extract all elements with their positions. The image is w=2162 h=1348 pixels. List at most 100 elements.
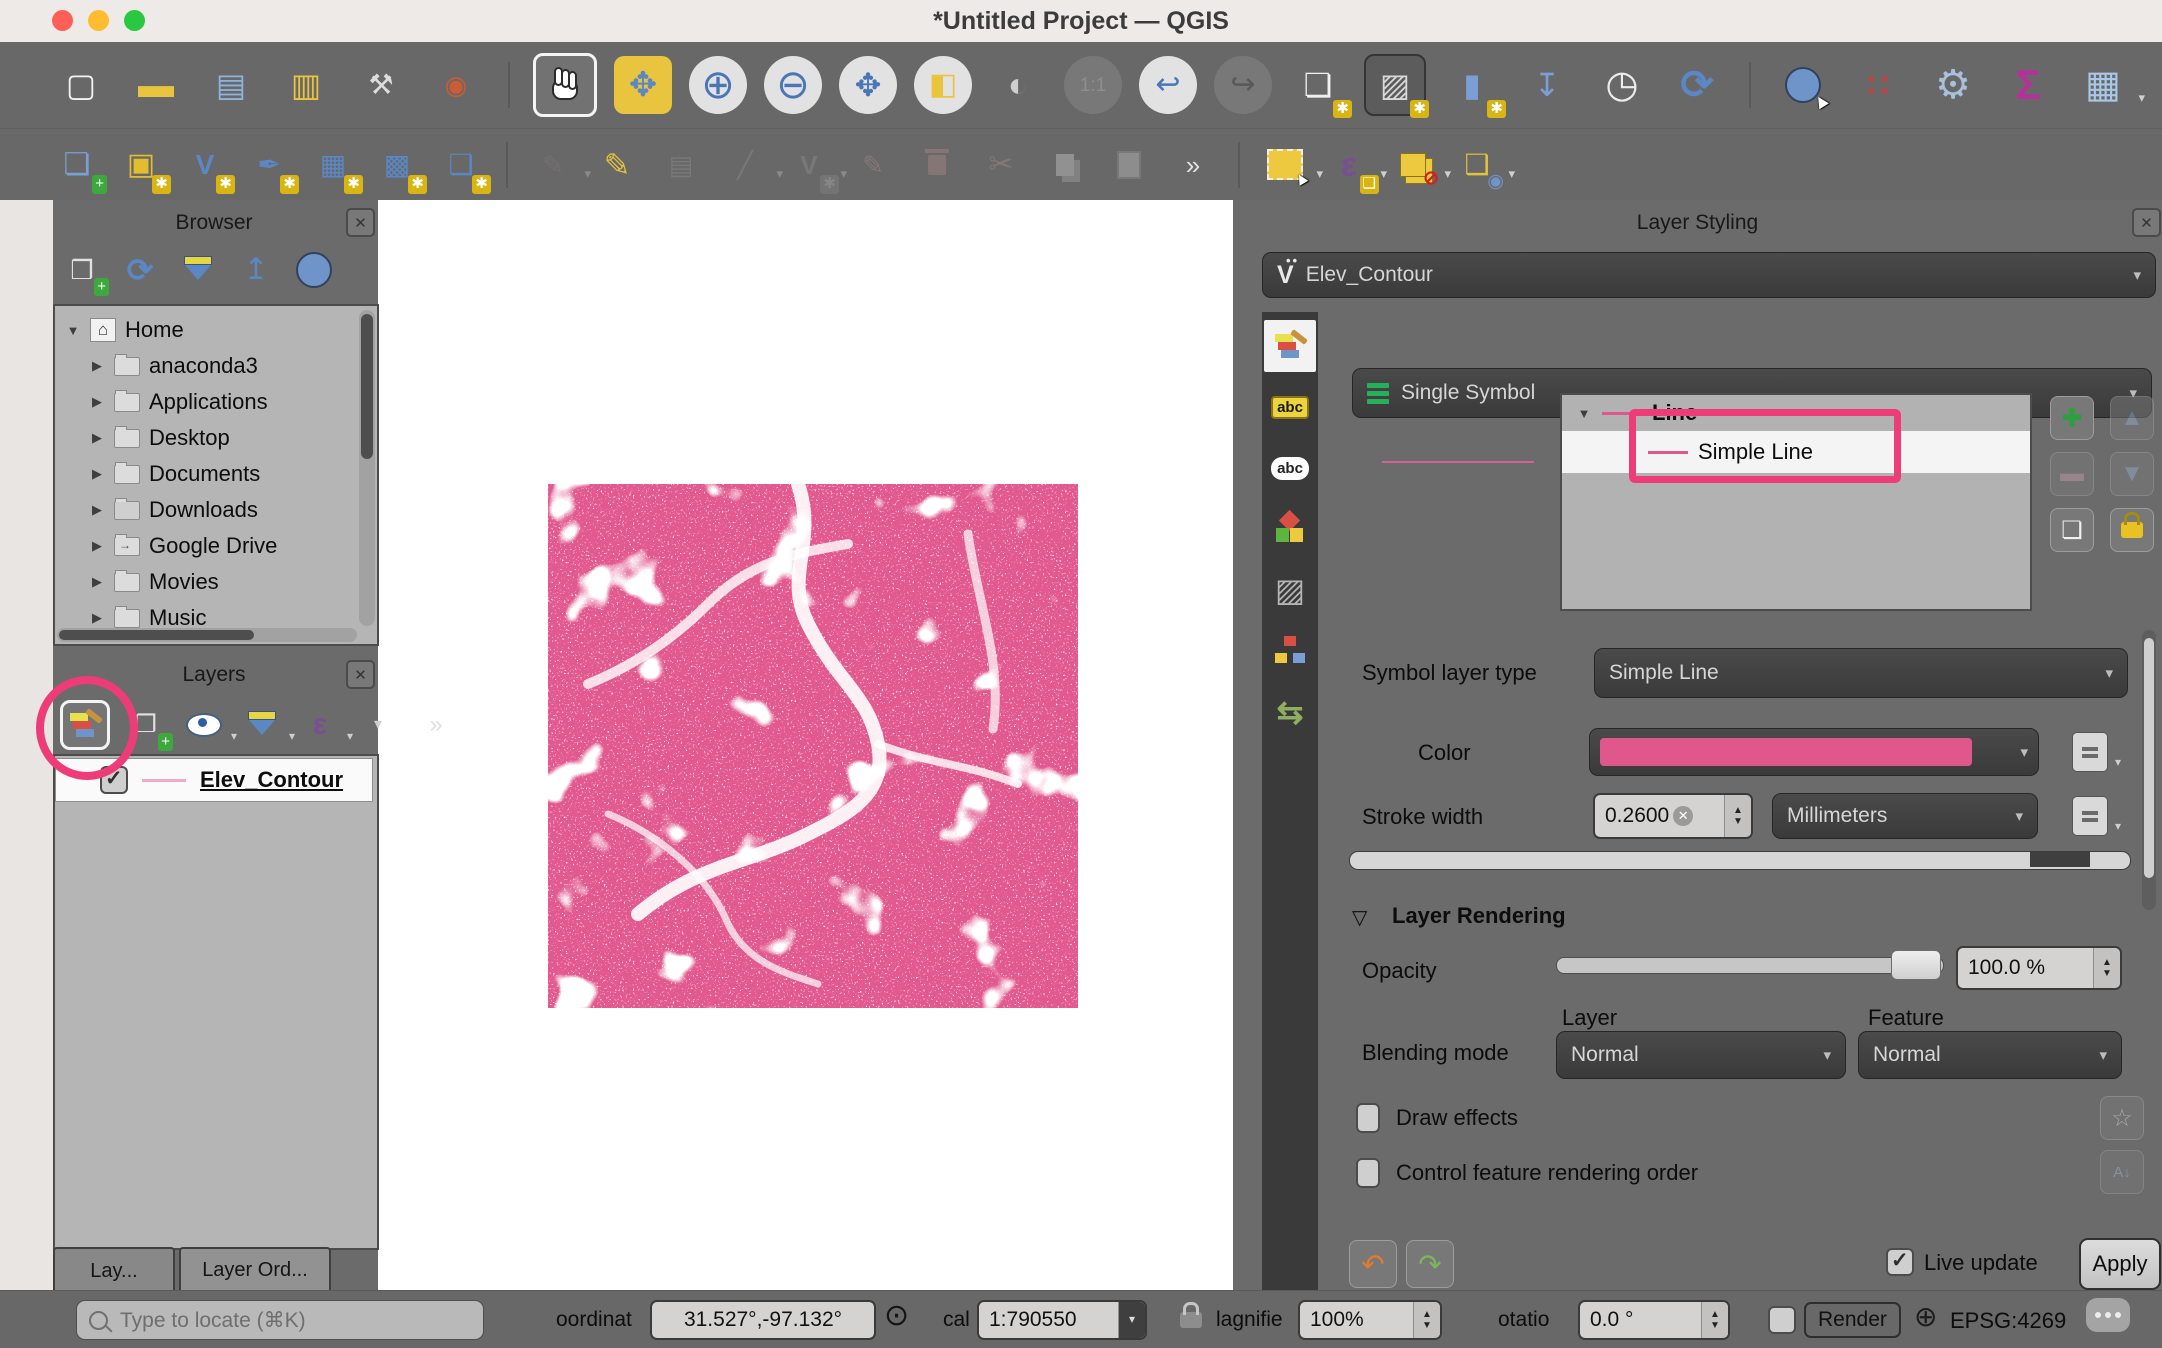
browser-item-google-drive[interactable]: ▶Google Drive xyxy=(55,528,377,564)
new-shapefile-layer-icon[interactable]: V✱ xyxy=(180,140,230,190)
layers-extra-icon[interactable]: ▾ xyxy=(356,703,400,747)
lock-colors-button[interactable] xyxy=(2110,508,2154,552)
browser-item-applications[interactable]: ▶Applications xyxy=(55,384,377,420)
rotation-input[interactable]: 0.0 ° ▲▼ xyxy=(1578,1300,1730,1340)
pan-to-selection-icon[interactable]: ✥ xyxy=(614,56,672,114)
browser-item-desktop[interactable]: ▶Desktop xyxy=(55,420,377,456)
opacity-stepper[interactable]: ▲▼ xyxy=(2093,948,2120,988)
tab-diagrams-icon[interactable]: ▨ xyxy=(1264,564,1316,616)
styling-hscrollbar[interactable] xyxy=(1349,851,2131,870)
rotation-stepper[interactable]: ▲▼ xyxy=(1701,1302,1728,1338)
tab-layer-order[interactable]: Layer Ord... xyxy=(179,1247,331,1294)
style-manager-icon[interactable]: ◉ xyxy=(427,56,485,114)
crs-label[interactable]: EPSG:4269 xyxy=(1950,1308,2066,1334)
tab-layers[interactable]: Lay... xyxy=(53,1247,175,1296)
new-spatial-bookmark-icon[interactable]: ▮✱ xyxy=(1443,56,1501,114)
manage-map-themes-icon[interactable]: ▾ xyxy=(182,703,226,747)
zoom-to-layer-icon[interactable]: ◧ xyxy=(914,56,972,114)
expand-caret-icon[interactable]: ▶ xyxy=(89,538,105,554)
browser-item-downloads[interactable]: ▶Downloads xyxy=(55,492,377,528)
new-geopackage-layer-icon[interactable]: ▣✱ xyxy=(116,140,166,190)
minimize-traffic-light[interactable] xyxy=(88,10,109,31)
tab-masks-icon[interactable]: abc xyxy=(1264,442,1316,494)
options-gear-icon[interactable]: ⚙ xyxy=(1924,56,1982,114)
zoom-to-selection-icon[interactable]: ◐ xyxy=(989,56,1047,114)
zoom-out-icon[interactable]: ⊖ xyxy=(764,56,822,114)
styling-close-icon[interactable]: ✕ xyxy=(2132,208,2161,237)
opacity-slider-handle[interactable] xyxy=(1891,950,1941,980)
expand-caret-icon[interactable]: ▶ xyxy=(89,358,105,374)
move-down-button[interactable]: ▼ xyxy=(2110,452,2154,496)
temporal-controller-icon[interactable]: ◷ xyxy=(1593,56,1651,114)
identify-features-icon[interactable] xyxy=(1774,56,1832,114)
dropdown-caret-icon[interactable]: ▾ xyxy=(1444,166,1451,182)
expand-caret-icon[interactable]: ▶ xyxy=(89,610,105,626)
browser-add-favorite-icon[interactable]: ❒+ xyxy=(60,248,104,292)
toolbar2-overflow-icon[interactable]: » xyxy=(1168,140,1218,190)
stroke-width-input[interactable]: 0.2600 ✕ ▲▼ xyxy=(1593,793,1753,839)
open-attribute-table-icon[interactable]: ▦▾ xyxy=(2074,56,2132,114)
new-project-icon[interactable]: ▢ xyxy=(52,56,110,114)
browser-item-documents[interactable]: ▶Documents xyxy=(55,456,377,492)
color-data-defined-button[interactable] xyxy=(2072,732,2108,772)
collapse-caret-icon[interactable]: ▼ xyxy=(65,323,81,338)
browser-hscrollbar[interactable] xyxy=(57,628,357,642)
dropdown-caret-icon[interactable]: ▾ xyxy=(2138,90,2145,106)
scale-select[interactable]: 1:790550 ▾ xyxy=(977,1300,1147,1340)
new-3d-map-view-icon[interactable]: ▨✱ xyxy=(1364,54,1426,116)
stroke-data-defined-button[interactable] xyxy=(2072,796,2108,836)
dropdown-caret-icon[interactable]: ▾ xyxy=(1508,166,1515,182)
opacity-input[interactable]: 100.0 % ▲▼ xyxy=(1956,946,2122,990)
render-checkbox[interactable] xyxy=(1768,1306,1796,1334)
feature-blending-select[interactable]: Normal ▾ xyxy=(1858,1031,2122,1079)
layers-close-icon[interactable]: ✕ xyxy=(346,660,375,689)
dropdown-caret-icon[interactable]: ▾ xyxy=(840,166,847,182)
browser-refresh-icon[interactable]: ⟳ xyxy=(118,248,162,292)
dropdown-caret-icon[interactable]: ▾ xyxy=(1316,166,1323,182)
expand-caret-icon[interactable]: ▶ xyxy=(89,466,105,482)
coordinate-display-toggle-icon[interactable]: ⊙ xyxy=(884,1298,909,1333)
styling-undo-button[interactable]: ↶ xyxy=(1349,1240,1397,1288)
dropdown-caret-icon[interactable]: ▾ xyxy=(289,729,295,743)
tab-3d-view-icon[interactable] xyxy=(1264,503,1316,555)
open-data-source-manager-icon[interactable]: ❏+ xyxy=(52,140,102,190)
expand-caret-icon[interactable]: ▶ xyxy=(89,430,105,446)
layers-overflow-icon[interactable]: » xyxy=(414,703,458,747)
tab-symbology-icon[interactable] xyxy=(1264,320,1316,372)
browser-item-movies[interactable]: ▶Movies xyxy=(55,564,377,600)
styling-vscrollbar[interactable] xyxy=(2142,630,2156,910)
select-by-expression-icon[interactable]: ε❑▾ xyxy=(1324,140,1374,190)
select-features-icon[interactable]: ▾ xyxy=(1260,140,1310,190)
browser-filter-icon[interactable] xyxy=(176,248,220,292)
search-input[interactable]: Type to locate (⌘K) xyxy=(76,1300,484,1340)
stroke-unit-select[interactable]: Millimeters ▾ xyxy=(1772,793,2038,839)
dropdown-caret-icon[interactable]: ▾ xyxy=(347,729,353,743)
new-mesh-layer-icon[interactable]: ▦✱ xyxy=(308,140,358,190)
remove-symbol-layer-button[interactable]: ▬ xyxy=(2050,452,2094,496)
layer-blending-select[interactable]: Normal ▾ xyxy=(1556,1031,1846,1079)
close-traffic-light[interactable] xyxy=(52,10,73,31)
add-symbol-layer-button[interactable]: ✚ xyxy=(2050,396,2094,440)
measure-line-icon[interactable]: ▭▾ xyxy=(2149,56,2162,114)
effects-options-button[interactable]: ☆ xyxy=(2100,1096,2144,1140)
deselect-features-icon[interactable]: ▾ xyxy=(1388,140,1438,190)
collapse-caret-icon[interactable]: ▼ xyxy=(1576,406,1592,421)
select-by-location-icon[interactable]: ❑◉▾ xyxy=(1452,140,1502,190)
expand-caret-icon[interactable]: ▶ xyxy=(89,394,105,410)
zoom-full-extent-icon[interactable]: ✥ xyxy=(839,56,897,114)
tab-labels-icon[interactable]: abc xyxy=(1264,381,1316,433)
move-up-button[interactable]: ▲ xyxy=(2110,396,2154,440)
select-features-by-value-icon[interactable]: ∷ xyxy=(1849,56,1907,114)
browser-item-anaconda3[interactable]: ▶anaconda3 xyxy=(55,348,377,384)
collapse-triangle-icon[interactable]: ▽ xyxy=(1352,905,1367,930)
scale-dropdown-icon[interactable]: ▾ xyxy=(1118,1302,1145,1338)
new-temporary-scratch-layer-icon[interactable]: ❑✱ xyxy=(436,140,486,190)
expand-caret-icon[interactable]: ▶ xyxy=(89,574,105,590)
show-spatial-bookmarks-icon[interactable]: ↧ xyxy=(1518,56,1576,114)
expand-caret-icon[interactable]: ▶ xyxy=(89,502,105,518)
browser-close-icon[interactable]: ✕ xyxy=(346,208,375,237)
filter-by-expression-icon[interactable]: ε▾ xyxy=(298,703,342,747)
symbol-layer-type-select[interactable]: Simple Line ▾ xyxy=(1594,648,2128,698)
pan-map-icon[interactable] xyxy=(533,53,597,117)
messages-button[interactable] xyxy=(2086,1298,2130,1332)
